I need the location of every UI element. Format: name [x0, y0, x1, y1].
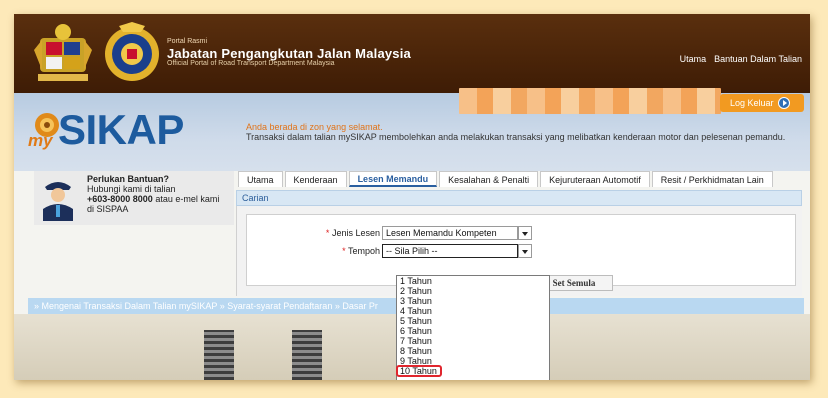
option-5-tahun[interactable]: 5 Tahun — [397, 316, 549, 326]
tempoh-dropdown-list: 1 Tahun 2 Tahun 3 Tahun 4 Tahun 5 Tahun … — [396, 275, 550, 380]
welcome-message: Anda berada di zon yang selamat. — [246, 122, 383, 132]
tab-kenderaan[interactable]: Kenderaan — [284, 171, 347, 187]
option-4-tahun[interactable]: 4 Tahun — [397, 306, 549, 316]
page-frame: Portal Rasmi Jabatan Pengangkutan Jalan … — [14, 14, 810, 380]
tab-resit-perkhidmatan[interactable]: Resit / Perkhidmatan Lain — [651, 171, 773, 187]
portal-subtitle: Official Portal of Road Transport Depart… — [167, 60, 335, 67]
chevron-down-icon[interactable] — [518, 244, 532, 258]
tower-right — [292, 330, 322, 380]
officer-icon — [43, 182, 73, 221]
portal-label: Portal Rasmi — [167, 38, 208, 45]
option-10-tahun[interactable]: 10 Tahun — [396, 365, 442, 377]
option-7-tahun[interactable]: 7 Tahun — [397, 336, 549, 346]
tab-kesalahan-penalti[interactable]: Kesalahan & Penalti — [439, 171, 539, 187]
section-title: Carian — [236, 190, 802, 206]
portal-title: Jabatan Pengangkutan Jalan Malaysia — [167, 46, 411, 61]
help-phone: +603-8000 8000 — [87, 194, 153, 204]
option-9-tahun[interactable]: 9 Tahun — [397, 356, 549, 366]
site-header: Portal Rasmi Jabatan Pengangkutan Jalan … — [14, 14, 810, 93]
help-line-2: +603-8000 8000 atau e-mel kami — [87, 194, 219, 204]
help-line-3[interactable]: di SISPAA — [87, 204, 128, 214]
tempoh-select[interactable]: -- Sila Pilih -- — [382, 244, 518, 258]
nav-link-bantuan[interactable]: Bantuan Dalam Talian — [714, 54, 802, 64]
arrow-right-icon — [777, 97, 790, 109]
chevron-down-icon[interactable] — [518, 226, 532, 240]
option-8-tahun[interactable]: 8 Tahun — [397, 346, 549, 356]
tab-kejuruteraan-automotif[interactable]: Kejuruteraan Automotif — [540, 171, 650, 187]
option-3-tahun[interactable]: 3 Tahun — [397, 296, 549, 306]
logout-button[interactable]: Log Keluar — [720, 94, 804, 112]
banner-description: Transaksi dalam talian mySIKAP membolehk… — [246, 132, 786, 142]
tab-lesen-memandu[interactable]: Lesen Memandu — [348, 171, 438, 187]
nav-link-utama[interactable]: Utama — [680, 54, 707, 64]
help-line-1: Hubungi kami di talian — [87, 184, 176, 194]
tab-utama[interactable]: Utama — [238, 171, 283, 187]
option-2-tahun[interactable]: 2 Tahun — [397, 286, 549, 296]
help-email-text: atau e-mel kami — [152, 194, 220, 204]
tower-left — [204, 330, 234, 380]
option-6-tahun[interactable]: 6 Tahun — [397, 326, 549, 336]
logo-sikap: SIKAP — [58, 106, 184, 153]
top-nav: Utama Bantuan Dalam Talian — [680, 54, 802, 64]
jenis-lesen-label: * Jenis Lesen — [325, 228, 380, 238]
logo-my: my — [28, 131, 53, 150]
help-title: Perlukan Bantuan? — [87, 174, 170, 184]
redacted-user-info — [459, 88, 721, 114]
main-tabs: Utama Kenderaan Lesen Memandu Kesalahan … — [238, 171, 773, 187]
malaysia-crest-icon — [34, 24, 92, 81]
tempoh-label: * Tempoh — [342, 246, 380, 256]
jpj-emblem-icon — [105, 22, 159, 81]
option-1-tahun[interactable]: 1 Tahun — [397, 276, 549, 286]
logout-label: Log Keluar — [730, 98, 774, 108]
jenis-lesen-select[interactable]: Lesen Memandu Kompeten — [382, 226, 518, 240]
